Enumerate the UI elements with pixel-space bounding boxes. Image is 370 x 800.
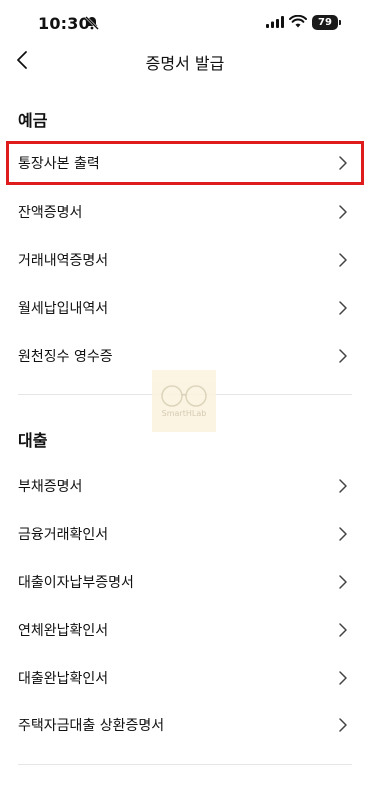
menu-item-label: 연체완납확인서	[18, 623, 109, 639]
bell-slash-icon	[85, 16, 99, 30]
menu-item-label: 대출완납확인서	[18, 671, 109, 687]
chevron-right-icon	[339, 205, 347, 219]
chevron-right-icon	[339, 479, 347, 493]
wifi-icon	[289, 15, 307, 28]
chevron-right-icon	[339, 253, 347, 267]
menu-item-label: 잔액증명서	[18, 205, 83, 221]
chevron-right-icon	[339, 623, 347, 637]
page-title: 증명서 발급	[145, 54, 225, 73]
glasses-icon: SmartHLab	[161, 385, 207, 418]
menu-item-housing-loan-repayment[interactable]: 주택자금대출 상환증명서	[0, 702, 370, 748]
watermark-logo: SmartHLab	[152, 370, 216, 432]
chevron-right-icon	[339, 671, 347, 685]
battery-indicator: 79	[312, 15, 338, 30]
battery-tip	[339, 20, 341, 25]
menu-item-rent-payment[interactable]: 월세납입내역서	[0, 285, 370, 331]
chevron-right-icon	[339, 301, 347, 315]
chevron-right-icon	[339, 575, 347, 589]
menu-item-label: 대출이자납부증명서	[18, 575, 134, 591]
watermark-text: SmartHLab	[162, 409, 207, 418]
chevron-right-icon	[339, 718, 347, 732]
menu-item-loan-paid[interactable]: 대출완납확인서	[0, 655, 370, 701]
menu-item-balance-certificate[interactable]: 잔액증명서	[0, 189, 370, 235]
menu-item-interest-payment[interactable]: 대출이자납부증명서	[0, 559, 370, 605]
menu-item-label: 거래내역증명서	[18, 253, 109, 269]
menu-item-debt-certificate[interactable]: 부채증명서	[0, 463, 370, 509]
section-title-deposit: 예금	[18, 111, 48, 130]
signal-icon	[266, 16, 284, 28]
chevron-right-icon	[339, 527, 347, 541]
menu-item-financial-confirmation[interactable]: 금융거래확인서	[0, 511, 370, 557]
menu-item-label: 부채증명서	[18, 479, 83, 495]
header: 증명서 발급	[0, 40, 370, 80]
menu-item-overdue-paid[interactable]: 연체완납확인서	[0, 607, 370, 653]
menu-item-label: 원천징수 영수증	[18, 349, 113, 365]
menu-item-label: 금융거래확인서	[18, 527, 109, 543]
menu-item-label: 월세납입내역서	[18, 301, 109, 317]
chevron-right-icon	[339, 349, 347, 363]
section-title-loan: 대출	[18, 431, 48, 450]
highlight-box	[6, 141, 364, 185]
section-divider	[18, 764, 352, 765]
menu-item-transaction-certificate[interactable]: 거래내역증명서	[0, 237, 370, 283]
menu-item-label: 주택자금대출 상환증명서	[18, 718, 165, 734]
status-time: 10:30	[38, 14, 90, 33]
